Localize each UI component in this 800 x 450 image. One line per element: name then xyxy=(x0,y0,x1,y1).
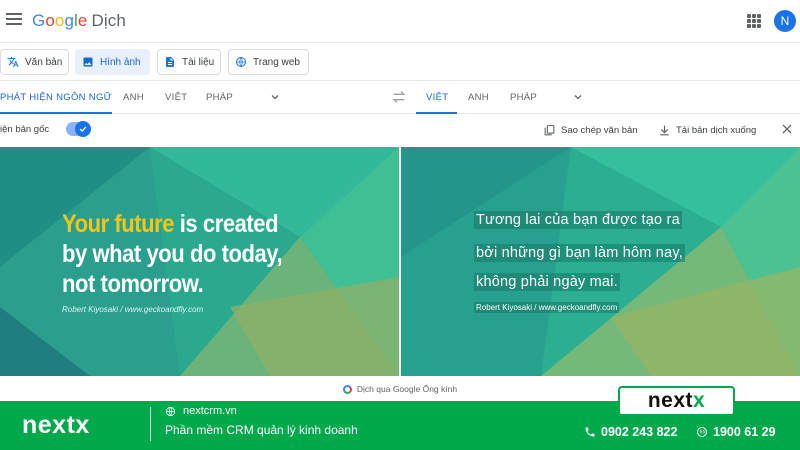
tab-website[interactable]: Trang web xyxy=(228,49,309,75)
copy-text-label: Sao chép văn bản xyxy=(561,124,638,136)
document-icon xyxy=(166,57,174,67)
logo-letter: g xyxy=(64,11,75,30)
logo-letter: G xyxy=(32,11,46,30)
lens-note-text: Dịch qua Google Ống kính xyxy=(356,384,458,394)
download-translation-button[interactable]: Tải bản dịch xuống xyxy=(658,121,756,139)
quote-line-2: by what you do today, xyxy=(62,240,283,268)
target-lang-underline xyxy=(416,112,457,114)
copy-icon xyxy=(544,124,555,135)
target-lang-vietnamese[interactable]: VIỆT xyxy=(426,92,448,103)
nextx-brand: nextx xyxy=(22,411,90,439)
original-author: Robert Kiyosaki / www.geckoandfly.com xyxy=(62,305,204,314)
swap-languages-icon[interactable] xyxy=(391,90,407,104)
tab-website-label: Trang web xyxy=(253,56,300,68)
footer-phone-2: 1900 61 29 xyxy=(696,425,776,439)
options-bar: iện bản gốc Sao chép văn bản Tải bản dịc… xyxy=(0,115,800,145)
translated-line: Tương lai của bạn được tạo ra xyxy=(474,211,682,229)
apps-grid-icon[interactable] xyxy=(747,14,761,28)
source-lang-underline xyxy=(0,112,112,114)
globe-icon xyxy=(236,57,246,67)
phone-icon xyxy=(585,427,595,437)
footer-phone-1-text: 0902 243 822 xyxy=(601,425,678,439)
footer-website: nextcrm.vn xyxy=(165,405,237,417)
check-icon xyxy=(75,121,91,137)
menu-icon[interactable] xyxy=(6,13,22,27)
tab-text-label: Văn bản xyxy=(25,56,63,68)
target-lang-english[interactable]: ANH xyxy=(468,92,489,103)
translate-icon xyxy=(7,57,19,67)
logo-letter: e xyxy=(77,11,88,30)
tab-text[interactable]: Văn bản xyxy=(0,49,69,75)
hotline-icon xyxy=(697,427,707,437)
tab-document[interactable]: Tài liệu xyxy=(157,49,221,75)
source-lang-detect[interactable]: PHÁT HIỆN NGÔN NGỮ xyxy=(0,92,112,103)
chevron-down-icon[interactable] xyxy=(572,91,584,103)
logo-letter: o xyxy=(45,11,55,30)
tab-image[interactable]: Hình ảnh xyxy=(75,49,150,75)
target-lang-french[interactable]: PHÁP xyxy=(510,92,537,103)
translated-image: Tương lai của bạn được tạo ra bởi những … xyxy=(401,147,800,376)
google-lens-icon xyxy=(342,384,352,394)
footer-phone-1: 0902 243 822 xyxy=(584,425,677,439)
translated-author: Robert Kiyosaki / www.geckoandfly.com xyxy=(474,302,620,313)
google-translate-logo[interactable]: Google Dịch xyxy=(32,11,126,31)
footer-tagline: Phần mềm CRM quản lý kinh doanh xyxy=(165,423,358,437)
top-bar: Google Dịch N xyxy=(0,0,800,43)
footer-divider xyxy=(150,407,151,441)
tab-image-label: Hình ảnh xyxy=(100,56,141,68)
source-lang-english[interactable]: ANH xyxy=(123,92,144,103)
close-icon[interactable] xyxy=(781,123,793,135)
mode-tabs: Văn bản Hình ảnh Tài liệu Trang web xyxy=(0,43,800,81)
footer-site-text: nextcrm.vn xyxy=(183,405,237,417)
globe-icon xyxy=(165,406,176,416)
badge-text: next xyxy=(647,389,693,412)
badge-text-x: x xyxy=(693,389,706,412)
image-icon xyxy=(83,57,93,67)
quote-highlight: Your future xyxy=(62,210,175,238)
product-name: Dịch xyxy=(91,11,126,30)
source-lang-vietnamese[interactable]: VIỆT xyxy=(165,92,187,103)
footer-phone-2-text: 1900 61 29 xyxy=(713,425,776,439)
language-bar: PHÁT HIỆN NGÔN NGỮ ANH VIỆT PHÁP VIỆT AN… xyxy=(0,82,800,114)
quote-line-1-rest: is created xyxy=(174,210,279,238)
nextx-logo-badge: next x xyxy=(618,386,735,416)
translated-line: bởi những gì bạn làm hôm nay, xyxy=(474,244,685,262)
download-label: Tải bản dịch xuống xyxy=(676,124,757,136)
original-image: Your future is created by what you do to… xyxy=(0,147,399,376)
source-lang-french[interactable]: PHÁP xyxy=(206,92,233,103)
avatar[interactable]: N xyxy=(774,10,796,32)
original-quote: Your future is created by what you do to… xyxy=(62,209,283,299)
translated-line: không phải ngày mai. xyxy=(474,273,620,291)
copy-text-button[interactable]: Sao chép văn bản xyxy=(543,121,638,139)
show-original-label: iện bản gốc xyxy=(0,124,50,135)
quote-line-3: not tomorrow. xyxy=(62,270,204,298)
tab-document-label: Tài liệu xyxy=(182,56,215,68)
chevron-down-icon[interactable] xyxy=(269,91,281,103)
show-original-toggle[interactable] xyxy=(66,121,91,137)
download-icon xyxy=(660,125,669,135)
